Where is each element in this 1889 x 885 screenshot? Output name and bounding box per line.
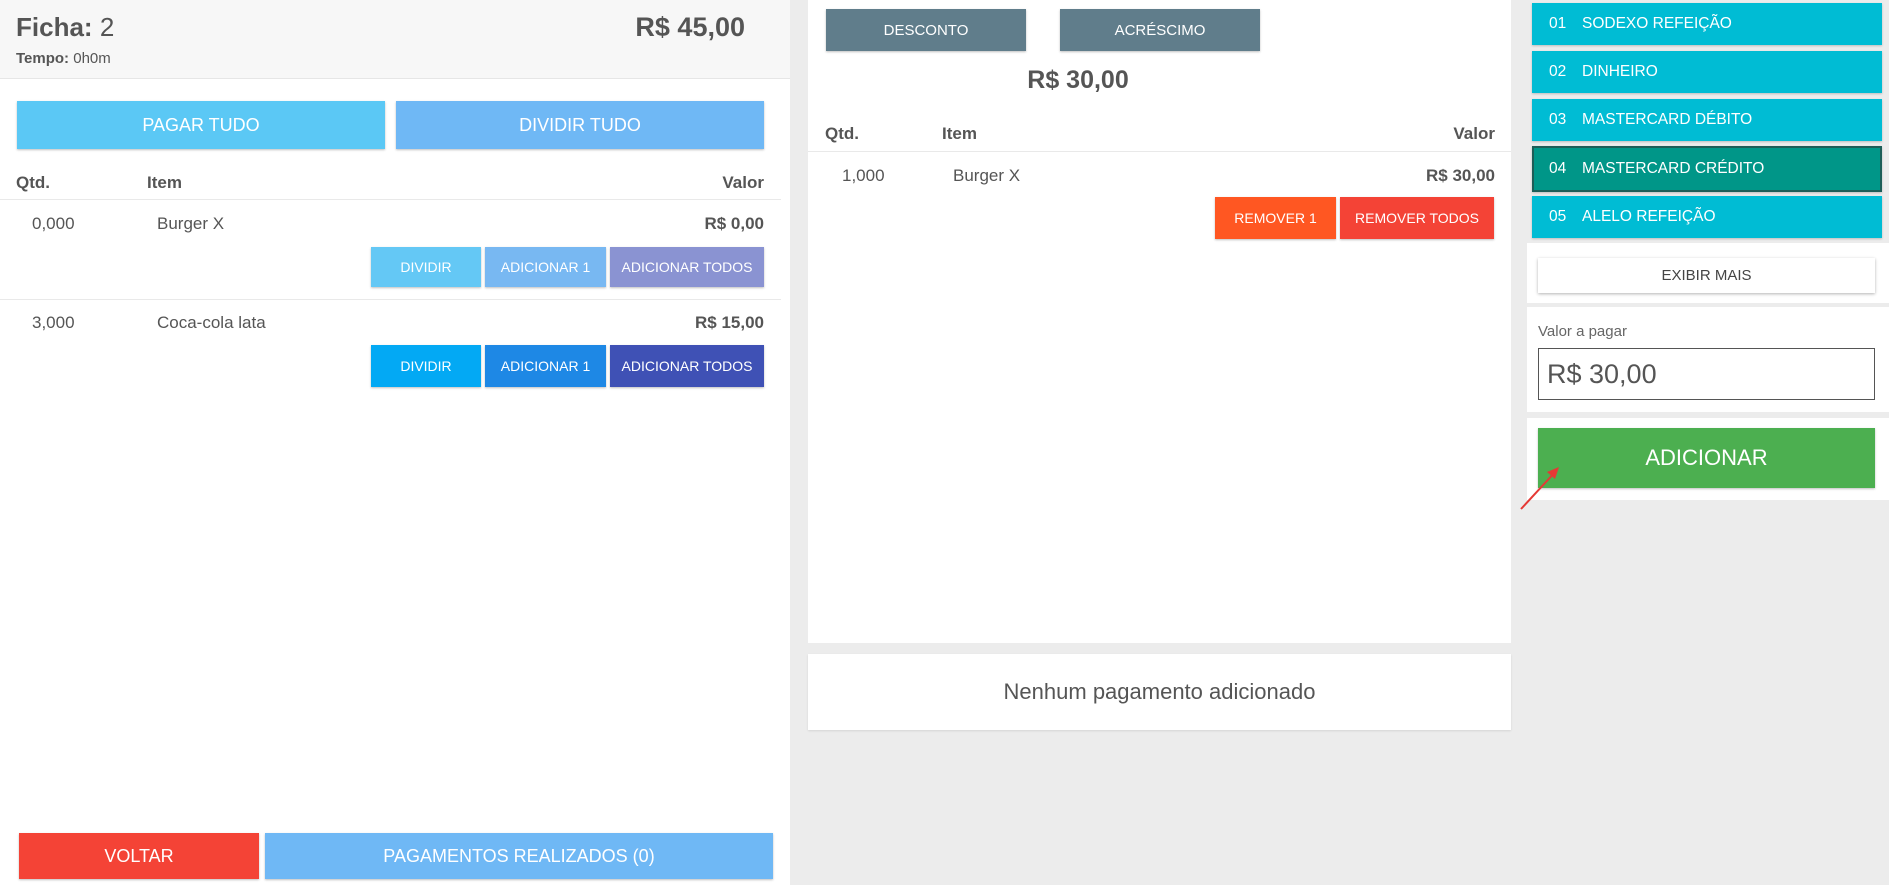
payment-method-name: DINHEIRO (1582, 63, 1658, 80)
ticket-time-label: Tempo: (16, 50, 70, 67)
column-header-item: Item (147, 173, 182, 192)
payment-method-code: 05 (1549, 208, 1567, 225)
ticket-header: Ficha: 2 Tempo: 0h0m R$ 45,00 (0, 0, 790, 79)
payment-method-alelo[interactable]: 05 ALELO REFEIÇÃO (1532, 196, 1882, 238)
amount-label: Valor a pagar (1538, 323, 1627, 340)
payment-method-code: 01 (1549, 15, 1567, 32)
payment-method-name: MASTERCARD CRÉDITO (1582, 160, 1765, 177)
payment-method-name: ALELO REFEIÇÃO (1582, 208, 1716, 225)
payment-method-code: 03 (1549, 111, 1567, 128)
split-button[interactable]: DIVIDIR (371, 345, 481, 387)
row-value: R$ 0,00 (704, 214, 764, 233)
row-divider (0, 299, 781, 300)
payment-method-mastercard-credit[interactable]: 04 MASTERCARD CRÉDITO (1532, 146, 1882, 192)
column-header-value: Valor (1453, 124, 1495, 143)
row-value: R$ 15,00 (695, 313, 764, 332)
payment-method-code: 04 (1549, 160, 1567, 177)
payment-method-code: 02 (1549, 63, 1567, 80)
pay-all-button[interactable]: PAGAR TUDO (17, 101, 385, 149)
remove-all-button[interactable]: REMOVER TODOS (1340, 197, 1494, 239)
column-header-qty: Qtd. (825, 124, 859, 143)
ticket-time-value: 0h0m (73, 50, 111, 67)
ticket-total: R$ 45,00 (635, 12, 745, 42)
payment-method-name: MASTERCARD DÉBITO (1582, 111, 1753, 128)
payments-done-button[interactable]: PAGAMENTOS REALIZADOS (0) (265, 833, 773, 879)
selected-subtotal: R$ 30,00 (1027, 66, 1129, 94)
split-button[interactable]: DIVIDIR (371, 247, 481, 287)
row-value: R$ 30,00 (1426, 166, 1495, 185)
row-qty: 1,000 (842, 166, 885, 185)
row-qty: 0,000 (32, 214, 75, 233)
payment-method-cash[interactable]: 02 DINHEIRO (1532, 51, 1882, 93)
row-item: Coca-cola lata (157, 313, 266, 332)
ticket-label: Ficha: (16, 12, 93, 42)
add-one-button[interactable]: ADICIONAR 1 (485, 345, 606, 387)
ticket-panel: Ficha: 2 Tempo: 0h0m R$ 45,00 PAGAR TUDO… (0, 0, 790, 885)
no-payments-message: Nenhum pagamento adicionado (808, 654, 1511, 730)
show-more-button[interactable]: EXIBIR MAIS (1538, 258, 1875, 293)
annotation-arrow-icon (1520, 467, 1559, 510)
discount-button[interactable]: DESCONTO (826, 9, 1026, 51)
column-header-item: Item (942, 124, 977, 143)
remove-one-button[interactable]: REMOVER 1 (1215, 197, 1336, 239)
add-all-button[interactable]: ADICIONAR TODOS (610, 345, 764, 387)
back-button[interactable]: VOLTAR (19, 833, 259, 879)
column-header-qty: Qtd. (16, 173, 50, 192)
add-payment-button[interactable]: ADICIONAR (1538, 428, 1875, 488)
payment-method-sodexo[interactable]: 01 SODEXO REFEIÇÃO (1532, 3, 1882, 45)
ticket-number: 2 (99, 12, 115, 42)
row-item: Burger X (953, 166, 1021, 185)
header-divider (808, 151, 1511, 152)
payment-method-mastercard-debit[interactable]: 03 MASTERCARD DÉBITO (1532, 99, 1882, 141)
header-divider (0, 199, 781, 200)
payment-method-name: SODEXO REFEIÇÃO (1582, 15, 1732, 32)
amount-input[interactable] (1538, 348, 1875, 400)
column-header-value: Valor (722, 173, 764, 192)
selected-items-panel: DESCONTO ACRÉSCIMO R$ 30,00 Qtd. Item Va… (808, 0, 1511, 643)
ticket-title: Ficha: 2 (16, 12, 114, 43)
surcharge-button[interactable]: ACRÉSCIMO (1060, 9, 1260, 51)
add-all-button[interactable]: ADICIONAR TODOS (610, 247, 764, 287)
ticket-time: Tempo: 0h0m (16, 50, 111, 67)
row-item: Burger X (157, 214, 225, 233)
row-qty: 3,000 (32, 313, 75, 332)
split-all-button[interactable]: DIVIDIR TUDO (396, 101, 764, 149)
add-one-button[interactable]: ADICIONAR 1 (485, 247, 606, 287)
